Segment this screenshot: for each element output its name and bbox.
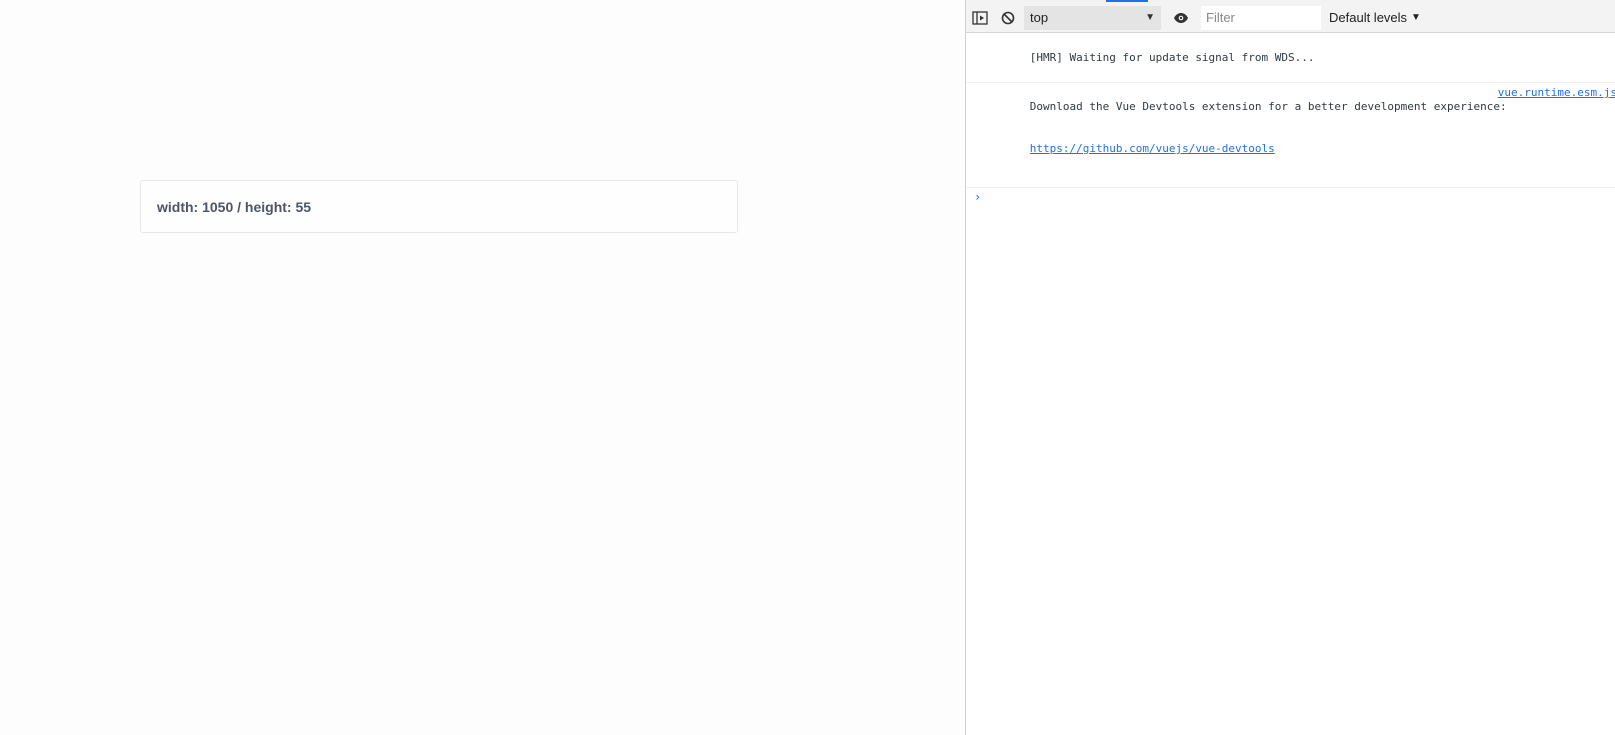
log-levels-dropdown[interactable]: Default levels ▼ <box>1329 10 1421 25</box>
console-toolbar: top ▼ Default levels ▼ <box>966 3 1615 33</box>
chevron-down-icon: ▼ <box>1411 12 1421 23</box>
filter-input[interactable] <box>1201 5 1321 30</box>
eye-icon[interactable] <box>1167 4 1195 32</box>
size-card: width: 1050 / height: 55 <box>140 180 738 233</box>
console-message-text: Download the Vue Devtools extension for … <box>1029 100 1507 113</box>
sidebar-toggle-icon[interactable] <box>966 4 994 32</box>
devtools-panel: top ▼ Default levels ▼ [HMR] Waiting for… <box>965 0 1615 735</box>
console-message-text: [HMR] Waiting for update signal from WDS… <box>1029 51 1315 64</box>
active-tab-indicator <box>1106 0 1148 2</box>
clear-console-icon[interactable] <box>994 4 1022 32</box>
chevron-down-icon: ▼ <box>1145 12 1155 23</box>
console-message: [HMR] Waiting for update signal from WDS… <box>966 34 1615 83</box>
context-selector[interactable]: top ▼ <box>1024 5 1161 30</box>
console-message: Download the Vue Devtools extension for … <box>966 83 1615 188</box>
console-prompt[interactable]: › <box>966 188 1615 208</box>
size-readout: width: 1050 / height: 55 <box>157 198 312 215</box>
prompt-chevron-icon: › <box>974 190 982 204</box>
context-value: top <box>1030 10 1049 25</box>
log-levels-label: Default levels <box>1329 10 1408 25</box>
message-source-link[interactable]: vue.runtime.esm.js <box>1498 86 1615 100</box>
page-viewport: width: 1050 / height: 55 <box>0 0 965 735</box>
devtools-url-link[interactable]: https://github.com/vuejs/vue-devtools <box>1030 142 1275 155</box>
console-messages: [HMR] Waiting for update signal from WDS… <box>966 34 1615 208</box>
